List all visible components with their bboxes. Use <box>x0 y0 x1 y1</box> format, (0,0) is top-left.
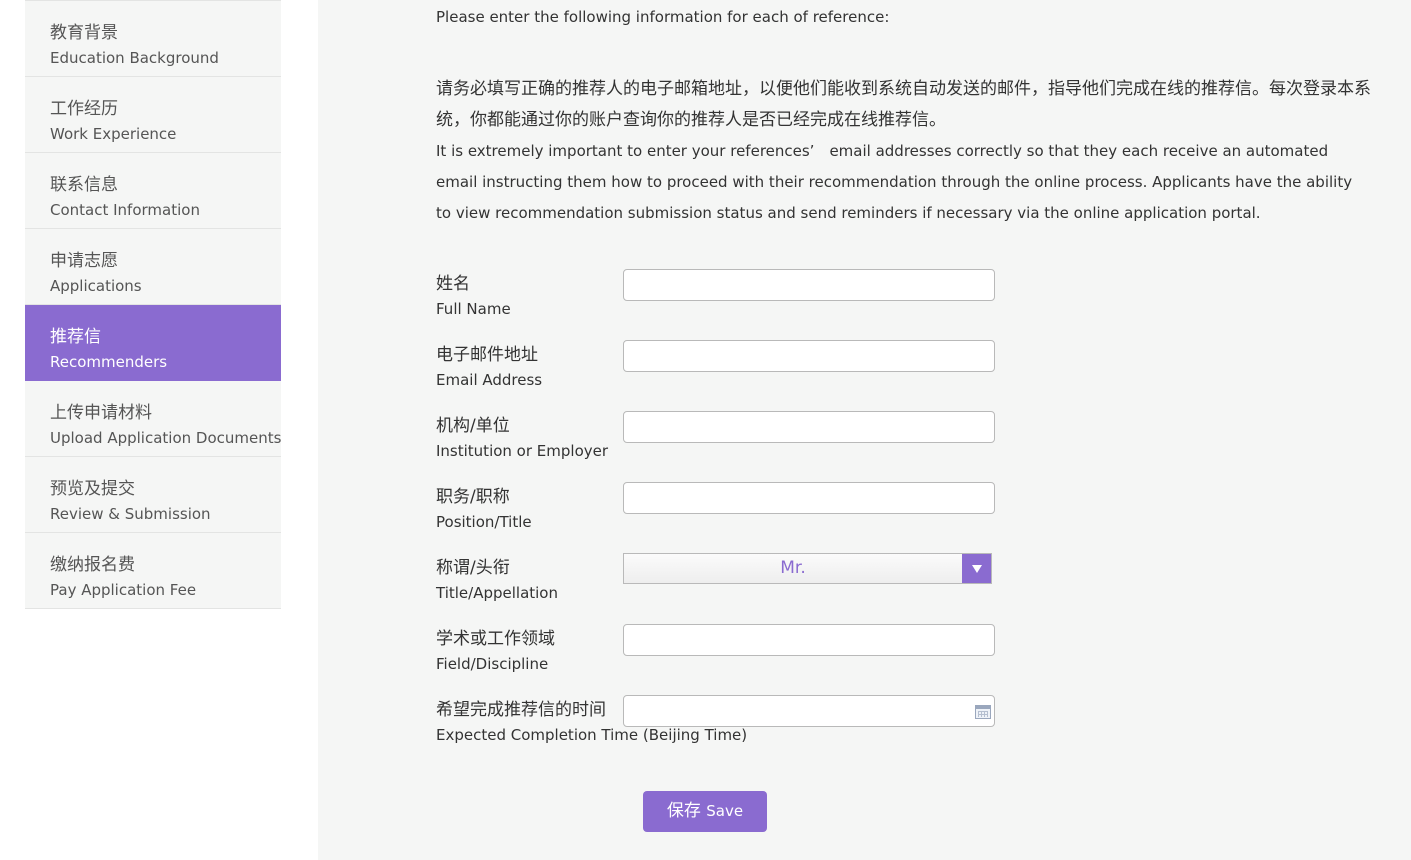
appellation-label-en: Title/Appellation <box>436 584 558 602</box>
appellation-select[interactable]: Mr. <box>623 553 992 584</box>
completion-time-input[interactable] <box>623 695 995 727</box>
appellation-selected-value: Mr. <box>780 558 806 578</box>
email-label-zh: 电子邮件地址 <box>436 345 538 365</box>
sidebar-item-label-zh: 推荐信 <box>50 327 101 347</box>
position-label-zh: 职务/职称 <box>436 487 510 507</box>
save-label-en: Save <box>706 802 744 820</box>
sidebar-item-applications[interactable]: 申请志愿 Applications <box>25 229 281 305</box>
sidebar-item-contact-information[interactable]: 联系信息 Contact Information <box>25 153 281 229</box>
sidebar-item-review-submission[interactable]: 预览及提交 Review & Submission <box>25 457 281 533</box>
sidebar-item-label-en: Review & Submission <box>50 505 211 523</box>
sidebar-item-label-en: Education Background <box>50 49 219 67</box>
calendar-icon[interactable] <box>975 705 991 719</box>
sidebar-item-label-en: Work Experience <box>50 125 177 143</box>
sidebar-item-label-zh: 联系信息 <box>50 175 118 195</box>
sidebar-item-label-en: Upload Application Documents <box>50 429 282 447</box>
sidebar-item-upload-documents[interactable]: 上传申请材料 Upload Application Documents <box>25 381 281 457</box>
email-label-en: Email Address <box>436 371 543 389</box>
save-button[interactable]: 保存 Save <box>643 791 767 832</box>
sidebar-item-education-background[interactable]: 教育背景 Education Background <box>25 0 281 77</box>
full-name-label-en: Full Name <box>436 300 511 318</box>
appellation-label-zh: 称谓/头衔 <box>436 558 510 578</box>
chevron-down-icon[interactable] <box>962 554 991 583</box>
position-label-en: Position/Title <box>436 513 532 531</box>
save-label-zh: 保存 <box>666 801 701 821</box>
intro-notice-en: It is extremely important to enter your … <box>436 142 1353 222</box>
institution-label-en: Institution or Employer <box>436 442 609 460</box>
discipline-label-en: Field/Discipline <box>436 655 549 673</box>
completion-time-label-zh: 希望完成推荐信的时间 <box>436 700 606 720</box>
sidebar-item-label-zh: 缴纳报名费 <box>50 555 135 575</box>
sidebar-item-label-zh: 上传申请材料 <box>50 403 152 423</box>
sidebar-item-label-en: Applications <box>50 277 142 295</box>
discipline-label-zh: 学术或工作领域 <box>436 629 555 649</box>
sidebar-item-recommenders[interactable]: 推荐信 Recommenders <box>25 305 281 381</box>
sidebar-item-label-zh: 工作经历 <box>50 99 118 119</box>
email-input[interactable] <box>623 340 995 372</box>
intro-instruction: Please enter the following information f… <box>436 8 890 26</box>
institution-input[interactable] <box>623 411 995 443</box>
sidebar-nav: 教育背景 Education Background 工作经历 Work Expe… <box>25 0 281 609</box>
sidebar-item-label-en: Contact Information <box>50 201 200 219</box>
sidebar-item-label-en: Pay Application Fee <box>50 581 197 599</box>
sidebar-item-label-zh: 预览及提交 <box>50 479 135 499</box>
full-name-label-zh: 姓名 <box>436 274 470 294</box>
intro-notice-zh: 请务必填写正确的推荐人的电子邮箱地址，以便他们能收到系统自动发送的邮件，指导他们… <box>436 79 1371 130</box>
sidebar-item-work-experience[interactable]: 工作经历 Work Experience <box>25 77 281 153</box>
full-name-input[interactable] <box>623 269 995 301</box>
position-input[interactable] <box>623 482 995 514</box>
completion-time-label-en: Expected Completion Time (Beijing Time) <box>436 726 748 744</box>
app-root: 教育背景 Education Background 工作经历 Work Expe… <box>0 0 1411 860</box>
sidebar-item-label-zh: 教育背景 <box>50 23 118 43</box>
sidebar-item-label-zh: 申请志愿 <box>50 251 118 271</box>
recommender-form-panel: Please enter the following information f… <box>318 0 1411 860</box>
discipline-input[interactable] <box>623 624 995 656</box>
institution-label-zh: 机构/单位 <box>436 416 510 436</box>
sidebar-item-pay-fee[interactable]: 缴纳报名费 Pay Application Fee <box>25 533 281 609</box>
sidebar-item-label-en: Recommenders <box>50 353 168 371</box>
